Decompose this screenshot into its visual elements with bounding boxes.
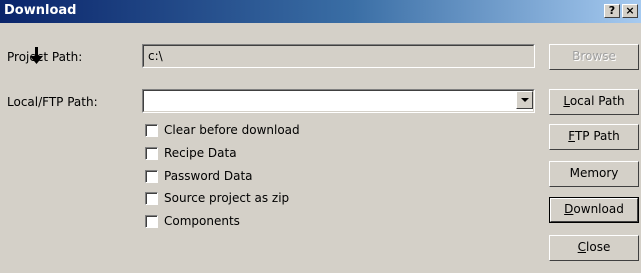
- close-button[interactable]: Close: [549, 235, 639, 261]
- ftp-path-label: TP Path: [574, 129, 620, 143]
- checkbox-box[interactable]: [145, 192, 158, 205]
- checkbox-label: Password Data: [164, 169, 253, 183]
- local-path-label: ocal Path: [569, 94, 625, 108]
- close-mnemonic: C: [577, 240, 587, 254]
- checkbox-box[interactable]: [145, 170, 158, 183]
- checkbox-box[interactable]: [145, 124, 158, 137]
- local-ftp-path-label: Local/FTP Path:: [7, 95, 98, 109]
- local-ftp-path-combobox[interactable]: [142, 89, 535, 113]
- checkbox-label: Recipe Data: [164, 146, 237, 160]
- memory-label: Memory: [569, 166, 619, 180]
- memory-button[interactable]: Memory: [549, 161, 639, 187]
- checkbox-label: Source project as zip: [164, 191, 290, 205]
- window-title: Download: [4, 3, 77, 18]
- project-path-label: Project Path:: [7, 50, 83, 64]
- close-window-button[interactable]: ×: [622, 4, 638, 18]
- dropdown-arrow-icon[interactable]: [516, 91, 533, 109]
- checkbox-box[interactable]: [145, 147, 158, 160]
- help-button[interactable]: ?: [604, 4, 620, 18]
- local-ftp-path-input[interactable]: [143, 90, 534, 112]
- project-path-field: c:\: [142, 44, 535, 68]
- checkbox-label: Clear before download: [164, 123, 300, 137]
- browse-button: Browse: [549, 44, 639, 70]
- project-path-value: c:\: [143, 45, 534, 67]
- ftp-path-button[interactable]: FTP Path: [549, 124, 639, 150]
- local-path-button[interactable]: Local Path: [549, 89, 639, 115]
- arrow-down-icon: [30, 47, 43, 64]
- download-label: ownload: [573, 202, 624, 216]
- title-bar: Download ? ×: [0, 0, 641, 23]
- checkbox-label: Components: [164, 214, 240, 228]
- checkbox-box[interactable]: [145, 215, 158, 228]
- ftp-path-mnemonic: F: [568, 129, 575, 143]
- browse-button-label: Browse: [572, 49, 616, 63]
- close-label: lose: [586, 240, 611, 254]
- download-button[interactable]: Download: [549, 197, 639, 223]
